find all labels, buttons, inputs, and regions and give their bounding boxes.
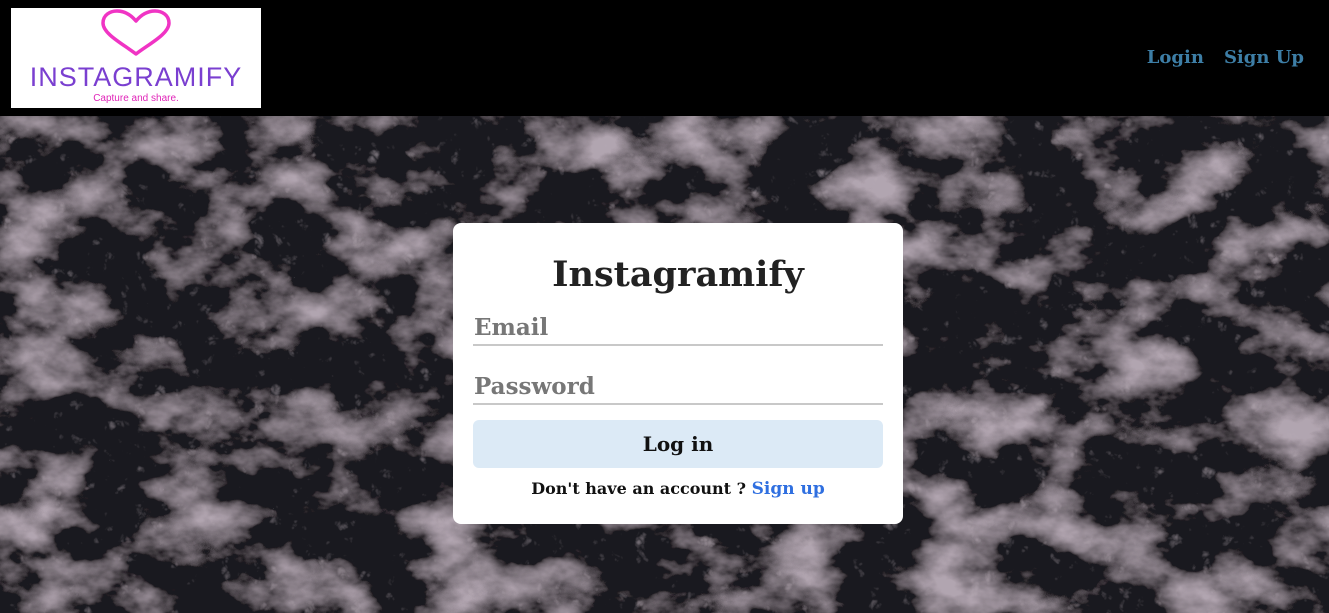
nav-links: Login Sign Up — [1147, 47, 1304, 68]
login-card: Instagramify Log in Don't have an accoun… — [453, 223, 903, 524]
heart-icon — [101, 9, 171, 56]
login-button[interactable]: Log in — [473, 420, 883, 468]
login-title: Instagramify — [552, 254, 804, 295]
nav-signup-link[interactable]: Sign Up — [1224, 47, 1304, 68]
password-field[interactable] — [473, 370, 883, 405]
email-field[interactable] — [473, 311, 883, 346]
logo-graphic: INSTAGRAMIFY Capture and share. — [30, 9, 243, 104]
logo-tagline-text: Capture and share. — [93, 93, 179, 104]
logo-brand-text: INSTAGRAMIFY — [30, 62, 243, 92]
brand-logo[interactable]: INSTAGRAMIFY Capture and share. — [11, 8, 261, 108]
no-account-text: Don't have an account ? — [531, 479, 747, 498]
signup-prompt: Don't have an account ? Sign up — [473, 479, 883, 499]
nav-login-link[interactable]: Login — [1147, 47, 1204, 68]
signup-link[interactable]: Sign up — [752, 479, 825, 499]
navbar: INSTAGRAMIFY Capture and share. Login Si… — [0, 0, 1329, 116]
